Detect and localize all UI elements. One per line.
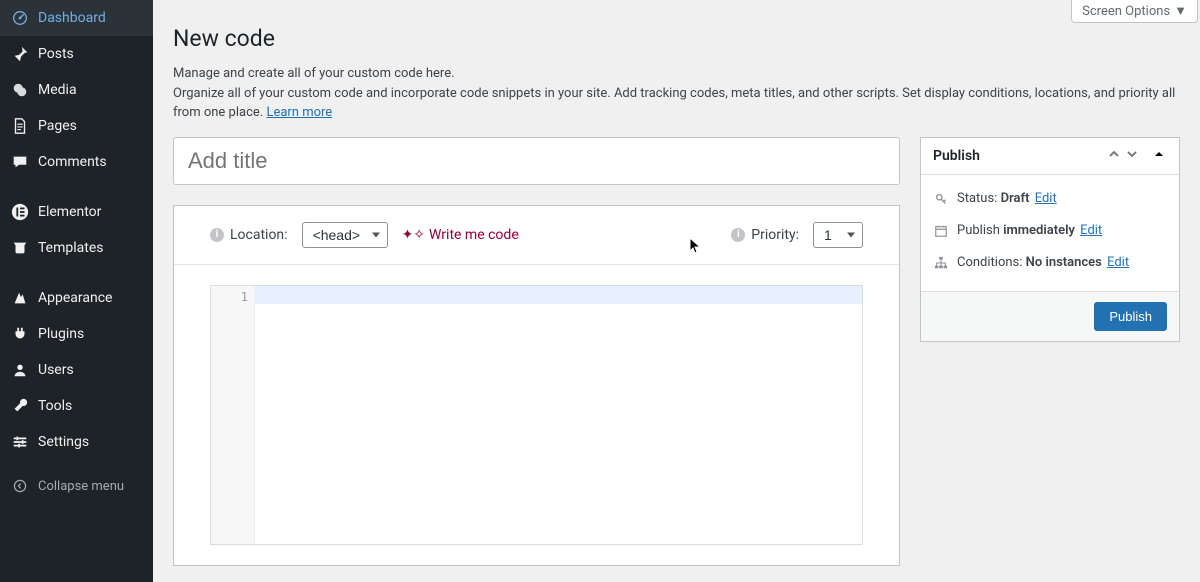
sidebar-item-posts[interactable]: Posts	[0, 36, 153, 72]
publish-box-title: Publish	[933, 148, 1105, 164]
toggle-icon[interactable]	[1151, 148, 1167, 163]
sidebar-label: Templates	[38, 240, 104, 256]
calendar-icon	[933, 223, 949, 239]
page-subtitle: Manage and create all of your custom cod…	[173, 64, 1180, 123]
learn-more-link[interactable]: Learn more	[266, 105, 332, 120]
editor-body[interactable]	[255, 286, 862, 544]
sidebar-label: Posts	[38, 46, 74, 62]
templates-icon	[10, 238, 30, 258]
screen-options-toggle[interactable]: Screen Options ▼	[1071, 0, 1198, 23]
collapse-icon	[10, 476, 30, 496]
sidebar-item-pages[interactable]: Pages	[0, 108, 153, 144]
conditions-row: Conditions: No instances Edit	[933, 247, 1167, 279]
sidebar-item-users[interactable]: Users	[0, 352, 153, 388]
move-down-icon[interactable]	[1123, 148, 1141, 164]
location-select[interactable]: <head>	[302, 222, 388, 248]
editor-gutter: 1	[211, 286, 255, 544]
media-icon	[10, 80, 30, 100]
plugins-icon	[10, 324, 30, 344]
sidebar-label: Appearance	[38, 290, 112, 306]
status-row: Status: Draft Edit	[933, 183, 1167, 215]
screen-options-label: Screen Options	[1082, 4, 1170, 19]
sidebar-item-dashboard[interactable]: Dashboard	[0, 0, 153, 36]
dashboard-icon	[10, 8, 30, 28]
pages-icon	[10, 116, 30, 136]
sidebar-item-tools[interactable]: Tools	[0, 388, 153, 424]
line-number: 1	[217, 290, 248, 304]
sidebar-label: Media	[38, 82, 77, 98]
priority-select[interactable]: 1	[813, 222, 863, 248]
tools-icon	[10, 396, 30, 416]
key-icon	[933, 191, 949, 207]
code-panel-toolbar: iLocation: <head> ✦✧ Write me code iPrio…	[174, 206, 899, 265]
conditions-edit-link[interactable]: Edit	[1107, 255, 1129, 270]
code-editor[interactable]: 1	[210, 285, 863, 545]
sidebar-collapse[interactable]: Collapse menu	[0, 468, 153, 504]
schedule-edit-link[interactable]: Edit	[1080, 223, 1102, 238]
main-content: Screen Options ▼ New code Manage and cre…	[153, 0, 1200, 582]
users-icon	[10, 360, 30, 380]
appearance-icon	[10, 288, 30, 308]
sidebar-label: Plugins	[38, 326, 84, 342]
elementor-icon	[10, 202, 30, 222]
sidebar-label: Users	[38, 362, 74, 378]
title-input[interactable]	[173, 137, 900, 185]
sparkle-icon: ✦✧	[402, 227, 425, 243]
page-title: New code	[173, 25, 1180, 52]
sidebar-label: Pages	[38, 118, 77, 134]
sidebar-item-plugins[interactable]: Plugins	[0, 316, 153, 352]
chevron-down-icon: ▼	[1174, 3, 1187, 19]
location-label: iLocation:	[210, 227, 288, 243]
sidebar-item-elementor[interactable]: Elementor	[0, 194, 153, 230]
priority-label: iPriority:	[731, 227, 799, 243]
write-me-code-button[interactable]: ✦✧ Write me code	[402, 227, 519, 243]
sidebar-label: Tools	[38, 398, 72, 414]
sidebar-label: Dashboard	[38, 10, 106, 26]
comments-icon	[10, 152, 30, 172]
collapse-label: Collapse menu	[38, 479, 124, 494]
sidebar-item-media[interactable]: Media	[0, 72, 153, 108]
info-icon: i	[210, 228, 224, 242]
settings-icon	[10, 432, 30, 452]
move-up-icon[interactable]	[1105, 148, 1123, 164]
sidebar-item-appearance[interactable]: Appearance	[0, 280, 153, 316]
publish-box-header: Publish	[921, 138, 1179, 175]
publish-box: Publish Status: Draft Edit Publish immed…	[920, 137, 1180, 342]
pin-icon	[10, 44, 30, 64]
admin-sidebar: Dashboard Posts Media Pages Comments Ele…	[0, 0, 153, 582]
sidebar-item-settings[interactable]: Settings	[0, 424, 153, 460]
sidebar-item-comments[interactable]: Comments	[0, 144, 153, 180]
sidebar-item-templates[interactable]: Templates	[0, 230, 153, 266]
editor-active-line	[255, 286, 862, 304]
publish-button[interactable]: Publish	[1094, 302, 1167, 331]
code-panel: iLocation: <head> ✦✧ Write me code iPrio…	[173, 205, 900, 566]
info-icon: i	[731, 228, 745, 242]
sidebar-label: Comments	[38, 154, 107, 170]
sidebar-label: Elementor	[38, 204, 101, 220]
sitemap-icon	[933, 255, 949, 271]
sidebar-label: Settings	[38, 434, 89, 450]
status-edit-link[interactable]: Edit	[1035, 191, 1057, 206]
schedule-row: Publish immediately Edit	[933, 215, 1167, 247]
